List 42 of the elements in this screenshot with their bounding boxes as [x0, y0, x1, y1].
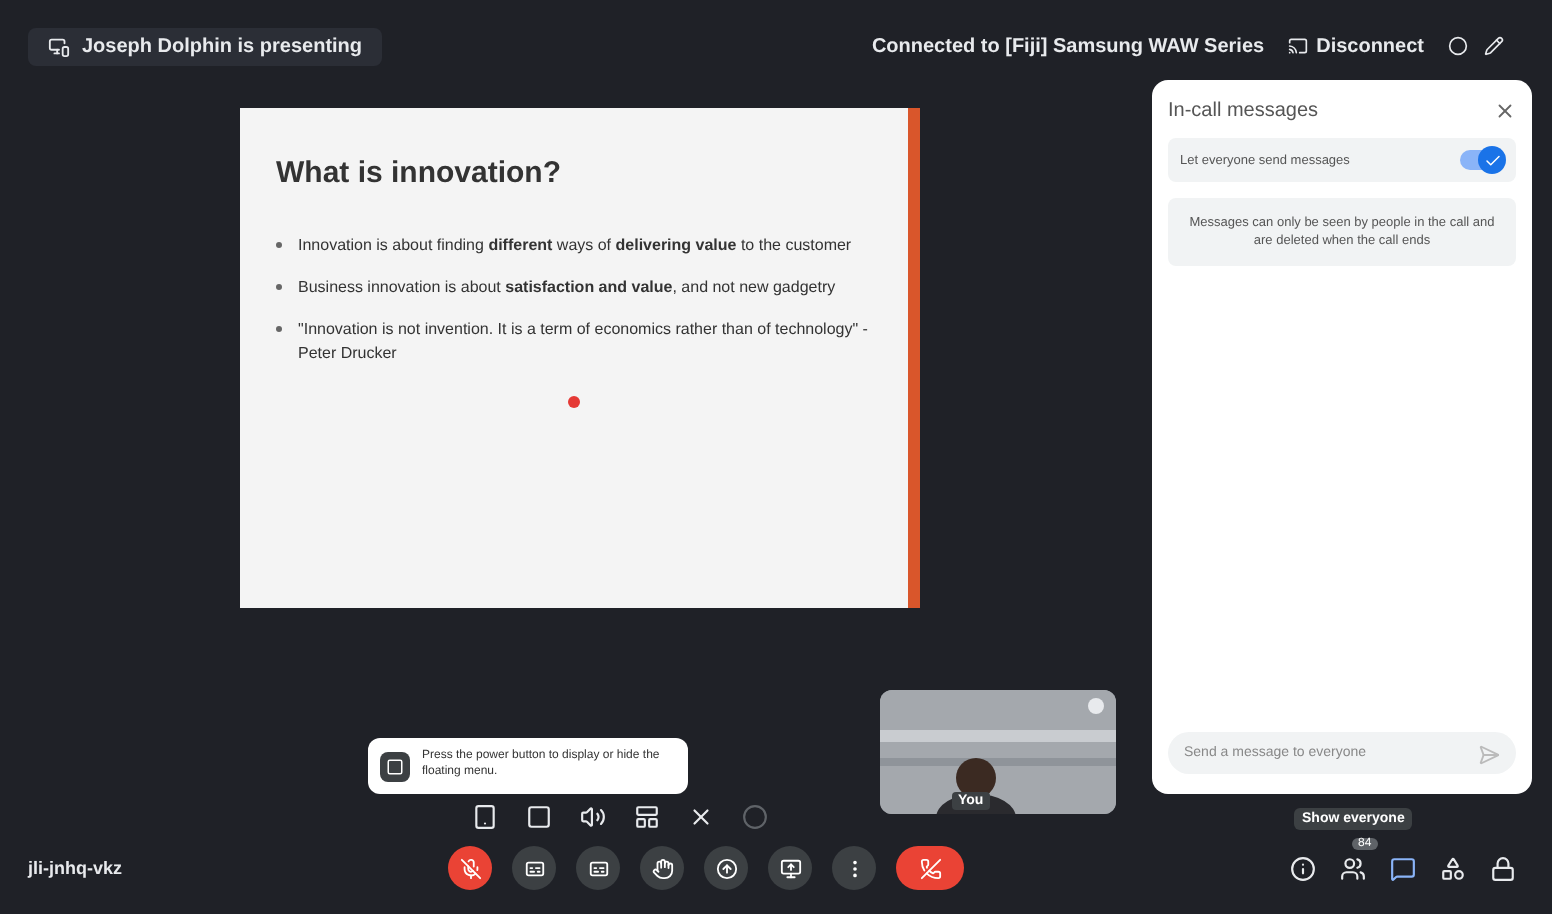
bullet-icon [276, 326, 282, 333]
captions-icon [523, 857, 545, 879]
more-button[interactable] [832, 846, 876, 890]
screen-button[interactable] [768, 846, 812, 890]
hand-button[interactable] [640, 846, 684, 890]
tablet-icon[interactable] [472, 804, 498, 830]
presenter-text: Joseph Dolphin is presenting [82, 35, 363, 57]
close-icon[interactable] [688, 804, 714, 830]
slide-bullet: Innovation is about finding different ways of delivering value to the customer [298, 234, 852, 257]
hand-icon [651, 857, 673, 879]
subtitles-button[interactable] [576, 846, 620, 890]
meeting-code: jli-jnhq-vkz [28, 858, 124, 878]
slide-title: What is innovation? [276, 156, 563, 190]
captions-button[interactable] [512, 846, 556, 890]
panel-title: In-call messages [1168, 100, 1319, 122]
screen-icon [779, 857, 801, 879]
laser-pointer-icon [568, 395, 580, 408]
bullet-icon [276, 284, 282, 291]
activities-icon[interactable] [1440, 855, 1466, 881]
toggle-switch[interactable] [1460, 150, 1504, 170]
chat-icon[interactable] [1390, 855, 1416, 881]
mic-off-button[interactable] [448, 846, 492, 890]
slide-bullet: "Innovation is not invention. It is a term of economics rather than of technology" - Peter Drucker [298, 318, 870, 364]
check-icon [1483, 151, 1501, 169]
present-icon [715, 857, 737, 879]
connection-status: Connected to [Fiji] Samsung WAW Series [871, 35, 1265, 57]
hangup-icon [919, 857, 941, 879]
info-icon[interactable] [1290, 855, 1316, 881]
close-button[interactable] [1494, 100, 1516, 122]
volume-icon[interactable] [580, 804, 606, 830]
mic-off-icon [459, 857, 481, 879]
cast-icon [1288, 36, 1309, 56]
bullet-icon [276, 242, 282, 248]
slide-bullet: Business innovation is about satisfaction and value, and not new gadgetry [298, 276, 836, 299]
subtitles-icon [587, 857, 609, 879]
layout-icon[interactable] [634, 804, 660, 830]
hangup-button[interactable] [896, 846, 964, 890]
present-button[interactable] [704, 846, 748, 890]
disconnect-button[interactable]: Disconnect [1280, 31, 1432, 61]
presenting-icon [48, 35, 70, 57]
pencil-icon[interactable] [1484, 36, 1504, 56]
lock-icon[interactable] [1490, 855, 1516, 881]
